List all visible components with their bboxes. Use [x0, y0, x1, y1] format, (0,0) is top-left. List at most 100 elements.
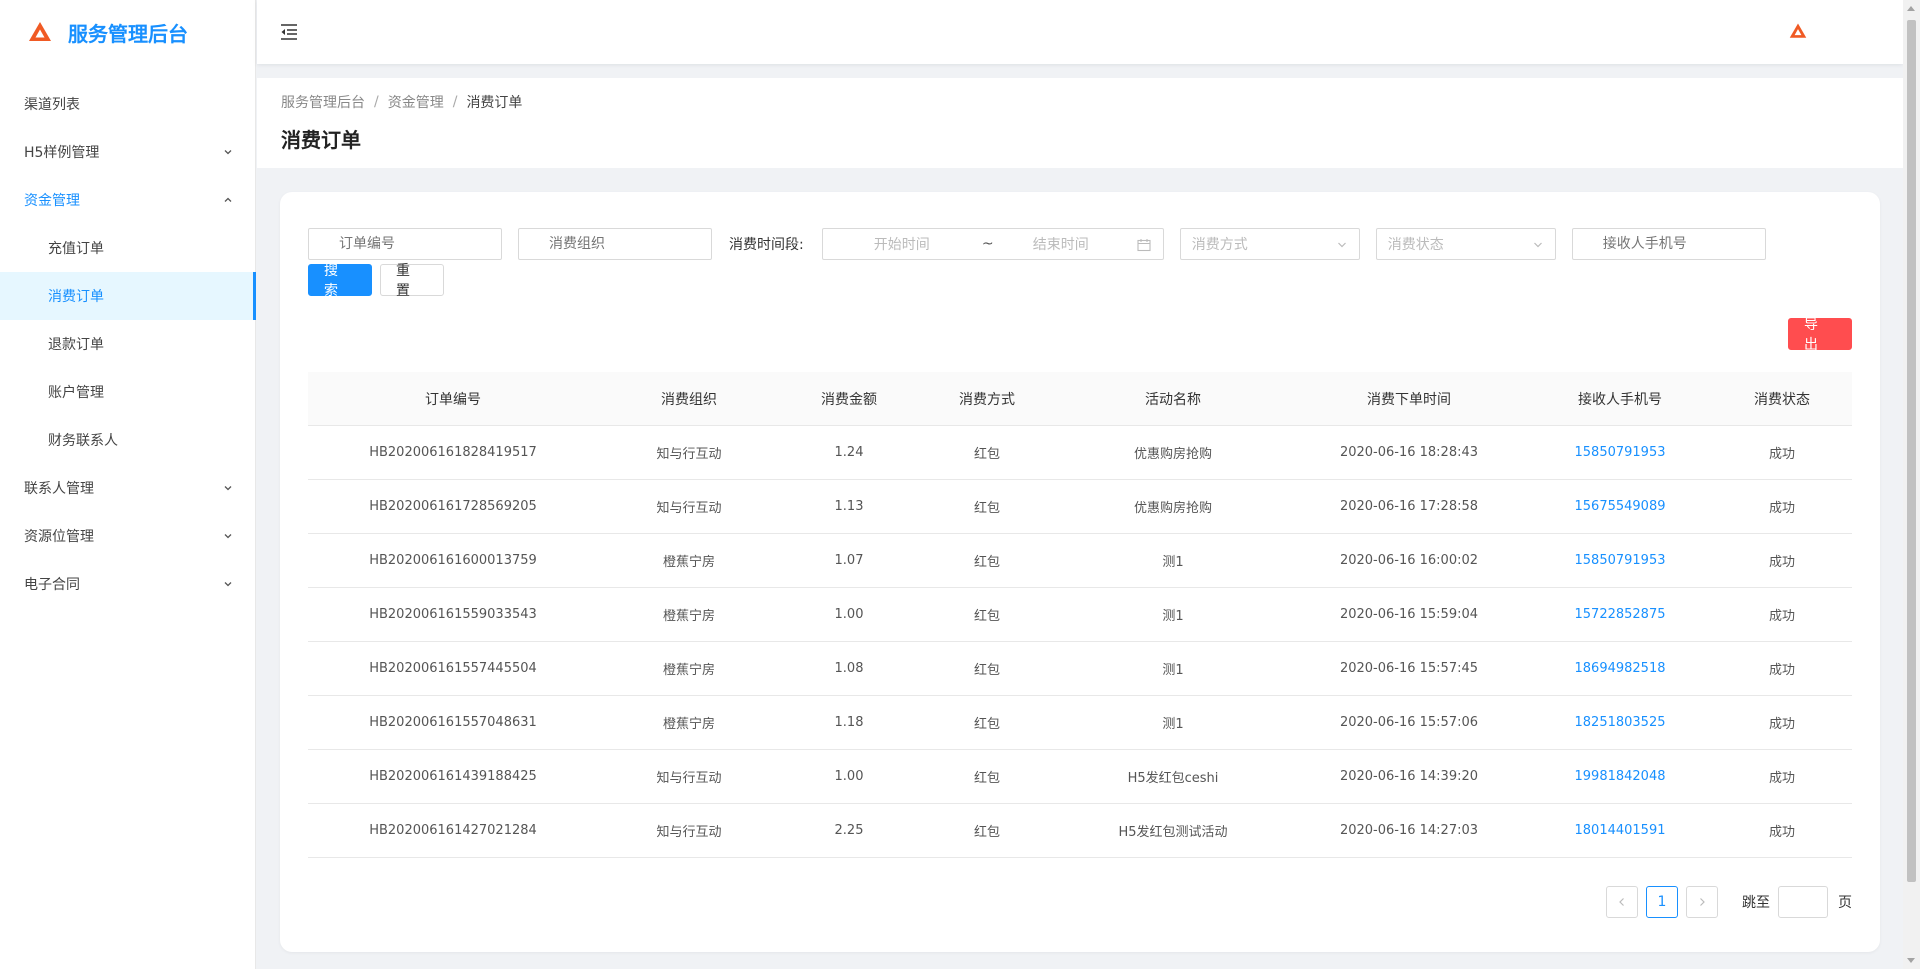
receiver-phone-cell[interactable]: 15850791953 — [1528, 553, 1712, 568]
amount-cell: 2.25 — [834, 823, 864, 838]
sidebar-item-label: 账户管理 — [48, 385, 104, 401]
table-row: HB202006161559033543 橙蕉宁房 1.00 红包 测1 2020-06-… — [308, 588, 1852, 642]
sidebar-item-label: 退款订单 — [48, 337, 104, 353]
status-cell: 成功 — [1768, 501, 1795, 516]
page-scrollbar[interactable] — [1903, 0, 1920, 969]
app-title: 服务管理后台 — [68, 21, 188, 46]
scrollbar-thumb[interactable] — [1907, 20, 1916, 882]
order-time-cell: 2020-06-16 15:59:04 — [1339, 607, 1479, 622]
column-header: 订单编号 — [425, 391, 481, 408]
method-cell: 红包 — [973, 555, 1000, 570]
sidebar-item-label: 资源位管理 — [24, 529, 94, 545]
breadcrumb-item-funds[interactable]: 资金管理 — [388, 92, 444, 112]
scroll-up-arrow-icon[interactable] — [1907, 6, 1915, 11]
next-page-button[interactable] — [1686, 886, 1718, 918]
order-number-cell: HB202006161427021284 — [369, 823, 537, 838]
table-row: HB202006161728569205 知与行互动 1.13 红包 优惠购房抢购 202… — [308, 480, 1852, 534]
receiver-phone-input[interactable] — [1571, 228, 1766, 260]
reset-button[interactable]: 重置 — [380, 263, 444, 299]
page-number-button[interactable]: 1 — [1646, 886, 1678, 918]
method-cell: 红包 — [973, 663, 1000, 678]
order-time-cell: 2020-06-16 17:28:58 — [1339, 499, 1479, 514]
export-button[interactable]: 导出 — [1788, 317, 1852, 353]
orders-table: 订单编号 消费组织 消费金额 消费方式 活动名称 消费下单时间 接收人手机号 消… — [308, 372, 1852, 858]
sidebar-item-channels[interactable]: 渠道列表 — [0, 80, 255, 128]
amount-cell: 1.13 — [834, 499, 864, 514]
sidebar-item-label: 渠道列表 — [24, 97, 80, 113]
org-cell: 知与行互动 — [656, 825, 722, 840]
jump-to-suffix: 页 — [1838, 895, 1852, 911]
sidebar-item-label: 资金管理 — [24, 193, 80, 209]
start-time-input[interactable]: 开始时间 — [823, 234, 981, 254]
order-number-cell: HB202006161828419517 — [369, 445, 537, 460]
sidebar-menu: 渠道列表 H5样例管理 资金管理 充值订单 消费订单 退款订单 账户管理 财务联… — [0, 80, 256, 608]
method-cell: 红包 — [973, 771, 1000, 786]
menu-fold-icon[interactable] — [279, 23, 299, 41]
column-header: 消费金额 — [821, 391, 877, 408]
payment-method-placeholder: 消费方式 — [1191, 237, 1248, 253]
status-placeholder: 消费状态 — [1387, 237, 1444, 253]
order-number-cell: HB202006161600013759 — [369, 553, 537, 568]
receiver-phone-cell[interactable]: 18014401591 — [1528, 823, 1712, 838]
sidebar-item-accounts[interactable]: 账户管理 — [0, 368, 255, 416]
method-cell: 红包 — [973, 825, 1000, 840]
amount-cell: 1.18 — [834, 715, 864, 730]
order-number-cell: HB202006161557048631 — [369, 715, 537, 730]
user-avatar-logo-icon[interactable] — [1789, 22, 1807, 40]
breadcrumb-separator: / — [452, 94, 458, 110]
status-select[interactable]: 消费状态 — [1375, 228, 1556, 260]
breadcrumb-separator: / — [374, 94, 379, 110]
activity-cell: 优惠购房抢购 — [1133, 447, 1212, 462]
org-input[interactable] — [518, 228, 712, 260]
amount-cell: 1.07 — [834, 553, 864, 568]
table-row: HB202006161557445504 橙蕉宁房 1.08 红包 测1 2020-06-… — [308, 642, 1852, 696]
chevron-left-icon — [1619, 898, 1624, 906]
sidebar-item-recharge-orders[interactable]: 充值订单 — [0, 224, 255, 272]
order-number-input[interactable] — [308, 228, 502, 260]
org-cell: 知与行互动 — [656, 501, 722, 516]
chevron-down-icon — [224, 534, 232, 539]
orders-card: 消费时间段: 开始时间 ~ 结束时间 消费方式 消费状态 搜索 重置 导出 订单… — [280, 192, 1880, 952]
org-cell: 橙蕉宁房 — [662, 555, 715, 570]
table-row: HB202006161439188425 知与行互动 1.00 红包 H5发红包cesh… — [308, 750, 1852, 804]
order-time-cell: 2020-06-16 14:27:03 — [1339, 823, 1479, 838]
column-header: 消费组织 — [661, 391, 717, 408]
app-logo[interactable]: 服务管理后台 — [0, 0, 255, 64]
status-cell: 成功 — [1768, 663, 1795, 678]
table-header: 订单编号 消费组织 消费金额 消费方式 活动名称 消费下单时间 接收人手机号 消… — [308, 372, 1852, 426]
sidebar-item-resource-slots[interactable]: 资源位管理 — [0, 512, 255, 560]
search-button[interactable]: 搜索 — [308, 263, 372, 299]
receiver-phone-cell[interactable]: 19981842048 — [1528, 769, 1712, 784]
scroll-down-arrow-icon[interactable] — [1907, 958, 1915, 963]
receiver-phone-cell[interactable]: 15850791953 — [1528, 445, 1712, 460]
receiver-phone-cell[interactable]: 15722852875 — [1528, 607, 1712, 622]
sidebar-item-label: 联系人管理 — [24, 481, 94, 497]
sidebar-item-label: 充值订单 — [48, 241, 104, 257]
sidebar-item-funds[interactable]: 资金管理 — [0, 176, 255, 224]
end-time-input[interactable]: 结束时间 — [995, 234, 1127, 254]
method-cell: 红包 — [973, 501, 1000, 516]
receiver-phone-cell[interactable]: 18251803525 — [1528, 715, 1712, 730]
jump-to-page-input[interactable] — [1778, 886, 1828, 918]
sidebar-item-h5-samples[interactable]: H5样例管理 — [0, 128, 255, 176]
sidebar-item-label: 财务联系人 — [48, 433, 118, 449]
sidebar-item-finance-contacts[interactable]: 财务联系人 — [0, 416, 255, 464]
order-number-cell: HB202006161728569205 — [369, 499, 537, 514]
receiver-phone-cell[interactable]: 15675549089 — [1528, 499, 1712, 514]
org-cell: 橙蕉宁房 — [662, 717, 715, 732]
breadcrumb-item-home[interactable]: 服务管理后台 — [281, 92, 365, 112]
sidebar-item-refund-orders[interactable]: 退款订单 — [0, 320, 255, 368]
payment-method-select[interactable]: 消费方式 — [1179, 228, 1360, 260]
sidebar-item-consumption-orders[interactable]: 消费订单 — [0, 272, 256, 320]
sidebar-item-contacts[interactable]: 联系人管理 — [0, 464, 255, 512]
column-header: 接收人手机号 — [1578, 391, 1662, 408]
sidebar-item-e-contracts[interactable]: 电子合同 — [0, 560, 255, 608]
sidebar-item-label: 消费订单 — [48, 289, 104, 305]
activity-cell: 测1 — [1162, 717, 1184, 732]
jump-to-label: 跳至 — [1742, 895, 1770, 911]
chevron-up-icon — [224, 197, 232, 202]
date-range-picker[interactable]: 开始时间 ~ 结束时间 — [821, 228, 1164, 260]
receiver-phone-cell[interactable]: 18694982518 — [1528, 661, 1712, 676]
method-cell: 红包 — [973, 609, 1000, 624]
prev-page-button[interactable] — [1606, 886, 1638, 918]
